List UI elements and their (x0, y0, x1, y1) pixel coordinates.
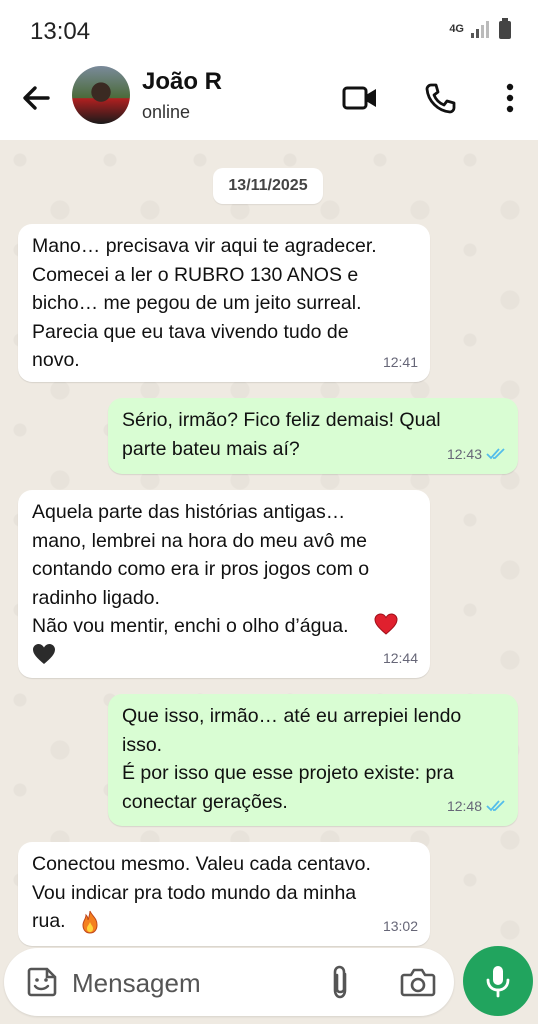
message-meta: 12:43 (447, 440, 506, 469)
camera-button[interactable] (398, 962, 438, 1002)
status-icons: 4G (449, 18, 512, 40)
read-ticks-icon (486, 800, 505, 812)
black-heart-emoji (32, 643, 56, 674)
message-outgoing[interactable]: Sério, irmão? Fico feliz demais! Qual pa… (108, 398, 518, 474)
message-meta: 12:44 (383, 644, 418, 673)
date-chip: 13/11/2025 (213, 168, 323, 204)
status-time: 13:04 (30, 18, 91, 45)
fire-emoji (80, 910, 100, 943)
signal-icon (471, 21, 489, 38)
message-incoming[interactable]: Mano… precisava vir aqui te agradecer. C… (18, 224, 430, 382)
message-text: Aquela parte das histórias antigas… mano… (32, 501, 370, 637)
message-meta: 13:02 (383, 912, 418, 941)
back-arrow-icon (23, 86, 50, 110)
message-input[interactable]: Mensagem (72, 968, 201, 999)
message-meta: 12:48 (447, 792, 506, 821)
battery-icon (499, 18, 511, 39)
red-heart-icon (374, 613, 398, 635)
video-call-icon (342, 86, 376, 110)
back-button[interactable] (16, 78, 56, 118)
black-heart-icon (33, 644, 55, 664)
message-text: Mano… precisava vir aqui te agradecer. C… (32, 235, 377, 371)
message-outgoing[interactable]: Que isso, irmão… até eu arrepiei lendo i… (108, 694, 518, 826)
message-incoming[interactable]: Aquela parte das histórias antigas… mano… (18, 490, 430, 678)
camera-icon (400, 968, 436, 997)
sticker-button[interactable] (22, 962, 62, 1002)
chat-area[interactable]: 13/11/2025 Mano… precisava vir aqui te a… (0, 140, 538, 946)
fire-icon (82, 910, 98, 934)
message-input-bar[interactable]: Mensagem (4, 948, 454, 1016)
voice-message-button[interactable] (463, 946, 533, 1016)
message-time: 12:43 (446, 445, 482, 462)
message-incoming[interactable]: Conectou mesmo. Valeu cada centavo. Vou … (18, 842, 430, 946)
video-call-button[interactable] (340, 78, 380, 118)
more-options-button[interactable] (490, 78, 530, 118)
red-heart-emoji (374, 613, 398, 644)
microphone-icon (486, 966, 510, 998)
more-vert-icon (506, 83, 514, 113)
chat-header: João R online (0, 60, 538, 140)
message-time: 12:41 (382, 353, 418, 370)
contact-avatar[interactable] (72, 66, 130, 124)
paperclip-icon (333, 965, 347, 999)
message-meta: 12:41 (383, 348, 418, 377)
attach-button[interactable] (320, 962, 360, 1002)
network-type: 4G (449, 22, 464, 35)
message-time: 12:44 (382, 649, 418, 666)
voice-call-button[interactable] (420, 78, 460, 118)
phone-icon (425, 83, 456, 114)
read-ticks-icon (486, 448, 505, 460)
message-time: 13:02 (382, 917, 418, 934)
contact-status: online (142, 102, 191, 122)
contact-name[interactable]: João R (142, 68, 222, 96)
message-time: 12:48 (446, 797, 482, 814)
sticker-icon (27, 967, 57, 997)
status-bar: 13:04 4G (0, 0, 538, 60)
